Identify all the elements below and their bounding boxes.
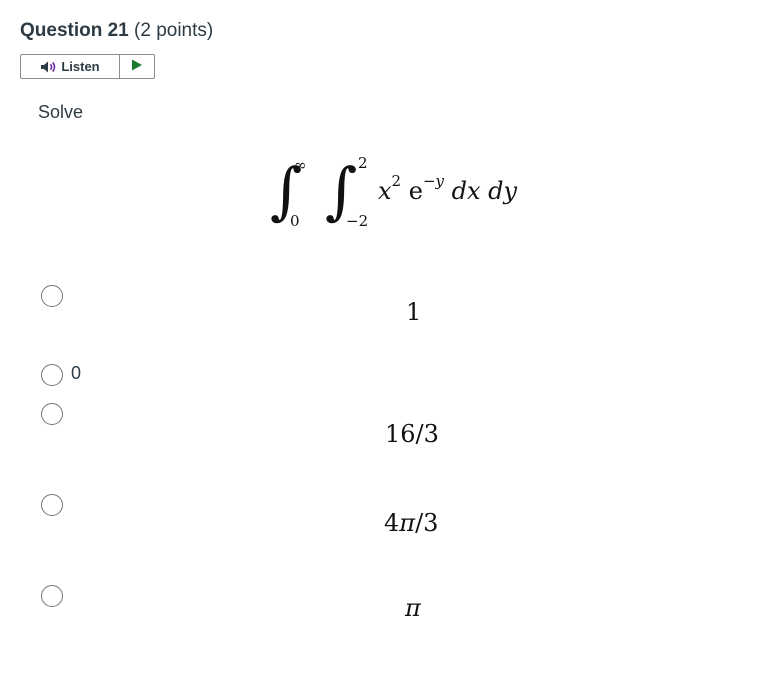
choice-label-4-pi: π (399, 509, 416, 537)
listen-widget: Listen (20, 54, 155, 79)
question-title: Question 21 (20, 20, 129, 41)
integrand-x-exponent: 2 (391, 172, 402, 190)
inner-upper-limit: 2 (358, 154, 368, 172)
choice-label-2: 0 (71, 363, 82, 383)
integrand: x2 e−y dx dy (378, 172, 518, 205)
choice-label-5: π (405, 594, 421, 622)
choice-label-3: 16/3 (385, 420, 439, 448)
integrand-differentials: dx dy (451, 177, 518, 205)
integrand-x: x (378, 177, 392, 205)
integrand-e: e (408, 177, 423, 205)
listen-button[interactable]: Listen (21, 55, 120, 78)
question-header: Question 21 (2 points) (20, 20, 213, 42)
choice-radio-2[interactable] (41, 364, 63, 386)
choice-label-1: 1 (406, 298, 422, 326)
choice-radio-1[interactable] (41, 285, 63, 307)
outer-lower-limit: 0 (290, 212, 300, 230)
integrand-e-exponent: −y (422, 172, 444, 190)
play-button[interactable] (120, 55, 154, 78)
outer-upper-limit: ∞ (294, 156, 307, 174)
choice-radio-4[interactable] (41, 494, 63, 516)
choice-label-4: 4π/3 (384, 509, 438, 537)
choice-label-4-den: /3 (415, 509, 439, 537)
choice-radio-5[interactable] (41, 585, 63, 607)
inner-lower-limit: −2 (346, 212, 369, 230)
speaker-icon (40, 60, 58, 74)
play-icon (131, 58, 143, 76)
choice-radio-3[interactable] (41, 403, 63, 425)
integral-expression: ∫ ∞ 0 ∫ 2 −2 x2 e−y dx dy (270, 150, 540, 240)
question-points: (2 points) (134, 20, 214, 41)
listen-label: Listen (61, 59, 100, 74)
choice-label-4-num: 4 (384, 509, 400, 537)
question-prompt: Solve (38, 102, 84, 122)
